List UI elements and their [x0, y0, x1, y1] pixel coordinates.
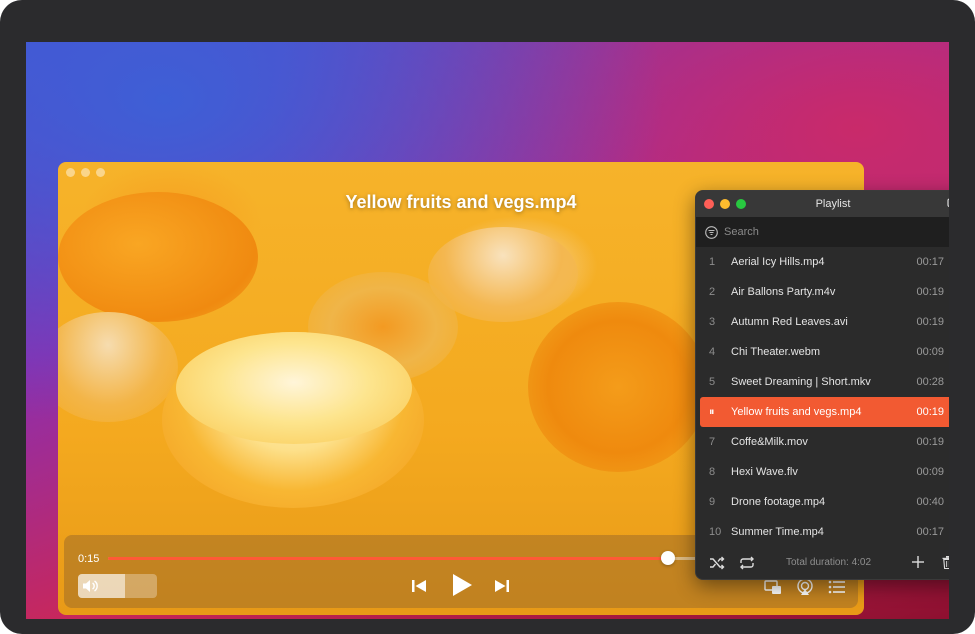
row-duration: 00:19 — [916, 316, 944, 328]
playlist-title: Playlist — [815, 198, 851, 210]
row-number: 9 — [709, 496, 716, 508]
row-duration: 00:09 — [916, 466, 944, 478]
playlist-row[interactable]: 4 Chi Theater.webm 00:09 — [696, 337, 949, 367]
row-duration: 00:09 — [916, 346, 944, 358]
row-number: 8 — [709, 466, 716, 478]
add-button[interactable] — [910, 554, 926, 570]
next-track-button[interactable] — [491, 575, 513, 597]
row-title: Sweet Dreaming | Short.mkv — [731, 376, 871, 388]
playlist-titlebar: Playlist — [696, 191, 949, 217]
skip-forward-icon — [495, 580, 509, 592]
playlist-row[interactable]: 2 Air Ballons Party.m4v 00:19 — [696, 277, 949, 307]
row-title: Hexi Wave.flv — [731, 466, 798, 478]
row-number: 5 — [709, 376, 716, 388]
playlist-row[interactable]: 8 Hexi Wave.flv 00:09 — [696, 457, 949, 487]
play-button[interactable] — [448, 571, 476, 599]
row-number: 2 — [709, 286, 716, 298]
previous-track-button[interactable] — [408, 575, 430, 597]
playlist-row[interactable]: 5 Sweet Dreaming | Short.mkv 00:28 — [696, 367, 949, 397]
row-duration: 00:17 — [916, 526, 944, 538]
shuffle-button[interactable] — [708, 555, 726, 571]
playlist-row[interactable]: 3 Autumn Red Leaves.avi 00:19 — [696, 307, 949, 337]
fruit-half-left — [58, 312, 178, 422]
play-icon — [453, 574, 472, 596]
plus-icon — [912, 556, 924, 568]
repeat-button[interactable] — [738, 555, 756, 571]
row-number: 1 — [709, 256, 716, 268]
row-number: 10 — [709, 526, 722, 538]
playlist-footer: Total duration: 4:02 — [696, 547, 949, 579]
delete-button[interactable] — [940, 554, 949, 570]
playlist-row[interactable]: 1 Aerial Icy Hills.mp4 00:17 — [696, 247, 949, 277]
row-duration: 00:19 — [916, 406, 944, 418]
current-time: 0:15 — [78, 553, 100, 565]
trash-icon — [942, 555, 949, 569]
playlist-search[interactable]: Search — [696, 217, 949, 247]
shuffle-icon — [710, 556, 725, 570]
row-title: Air Ballons Party.m4v — [731, 286, 836, 298]
search-input[interactable]: Search — [724, 226, 759, 238]
row-number: 3 — [709, 316, 716, 328]
volume-slider[interactable] — [78, 574, 157, 598]
skip-back-icon — [412, 580, 426, 592]
row-duration: 00:40 — [916, 496, 944, 508]
pause-indicator-icon: ⏸ — [709, 406, 715, 418]
fruit-lemon-flesh — [176, 332, 412, 444]
playlist-row[interactable]: 7 Coffe&Milk.mov 00:19 — [696, 427, 949, 457]
row-title: Summer Time.mp4 — [731, 526, 824, 538]
playlist-panel: Playlist Search 1 Aerial Icy Hills.mp4 00:… — [695, 190, 949, 580]
row-duration: 00:17 — [916, 256, 944, 268]
speaker-icon — [82, 578, 98, 594]
filter-icon — [704, 225, 718, 239]
row-duration: 00:28 — [916, 376, 944, 388]
row-title: Chi Theater.webm — [731, 346, 821, 358]
pip-icon — [764, 579, 781, 594]
list-icon — [828, 580, 845, 594]
row-title: Drone footage.mp4 — [731, 496, 826, 508]
minimize-window-dot[interactable] — [81, 168, 90, 177]
progress-knob[interactable] — [661, 551, 675, 565]
row-duration: 00:19 — [916, 286, 944, 298]
repeat-icon — [740, 556, 754, 570]
playlist-row[interactable]: 9 Drone footage.mp4 00:40 — [696, 487, 949, 517]
row-title: Autumn Red Leaves.avi — [731, 316, 848, 328]
airplay-icon — [797, 578, 813, 595]
zoom-window-dot[interactable] — [96, 168, 105, 177]
row-title: Yellow fruits and vegs.mp4 — [731, 406, 862, 418]
close-window-dot[interactable] — [66, 168, 75, 177]
chat-bubble-icon[interactable] — [946, 197, 949, 211]
desktop-screen: Yellow fruits and vegs.mp4 0:15 Playlist… — [26, 42, 949, 619]
playlist-row[interactable]: 10 Summer Time.mp4 00:17 — [696, 517, 949, 547]
row-title: Aerial Icy Hills.mp4 — [731, 256, 825, 268]
playlist-items: 1 Aerial Icy Hills.mp4 00:17 2 Air Ballons P… — [696, 247, 949, 547]
progress-fill — [108, 557, 668, 560]
row-number: 4 — [709, 346, 716, 358]
row-number: 7 — [709, 436, 716, 448]
total-duration: Total duration: 4:02 — [786, 557, 872, 568]
fruit-pepper-right — [528, 302, 708, 472]
row-title: Coffe&Milk.mov — [731, 436, 808, 448]
playlist-row-active[interactable]: ⏸Yellow fruits and vegs.mp400:19✕ — [700, 397, 949, 427]
row-duration: 00:19 — [916, 436, 944, 448]
